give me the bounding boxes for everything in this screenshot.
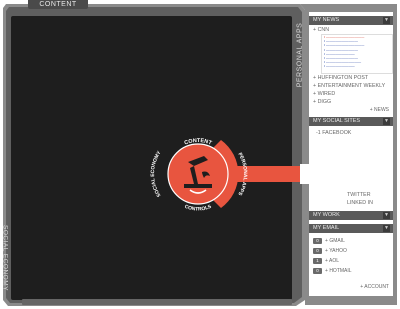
social-site-linkedin[interactable]: LINKED IN: [347, 200, 373, 206]
tab-social-economy[interactable]: SOCIAL ECONOMY: [0, 212, 10, 304]
tab-social-economy-label: SOCIAL ECONOMY: [1, 225, 9, 291]
email-account-yahoo[interactable]: + YAHOO: [325, 248, 347, 254]
add-news-link[interactable]: + NEWS: [370, 107, 389, 113]
wheel-label-social-economy[interactable]: SOCIAL ECONOMY: [150, 150, 163, 198]
email-account-aol[interactable]: + AOL: [325, 258, 339, 264]
my-work-title: MY WORK: [313, 212, 340, 218]
my-news-title: MY NEWS: [313, 17, 340, 23]
my-news-header[interactable]: MY NEWS ▼: [309, 16, 393, 25]
my-social-title: MY SOCIAL SITES: [313, 118, 361, 124]
add-account-link[interactable]: + ACCOUNT: [360, 284, 389, 290]
chevron-down-icon[interactable]: ▼: [383, 118, 390, 125]
tab-personal-apps-label: PERSONAL APPS: [296, 22, 303, 88]
social-site-facebook[interactable]: -1 FACEBOOK: [316, 130, 351, 136]
chevron-down-icon[interactable]: ▼: [383, 212, 390, 219]
tab-content[interactable]: CONTENT: [28, 0, 88, 9]
email-count-yahoo: 0: [313, 248, 322, 254]
news-source-ew[interactable]: + ENTERTAINMENT WEEKLY: [313, 83, 385, 89]
news-source-digg[interactable]: + DIGG: [313, 99, 331, 105]
tab-personal-apps[interactable]: PERSONAL APPS: [294, 22, 305, 88]
bottom-scrollbar[interactable]: [22, 299, 292, 305]
my-email-title: MY EMAIL: [313, 225, 340, 231]
social-site-twitter[interactable]: TWITTER: [347, 192, 371, 198]
email-count-gmail: 0: [313, 238, 322, 244]
news-headline[interactable]: • —————————: [322, 64, 392, 68]
news-preview: • ———————————— • —————————— • ——————————…: [321, 34, 393, 74]
news-source-wired[interactable]: + WIRED: [313, 91, 335, 97]
wheel-label-controls[interactable]: CONTROLS: [184, 204, 213, 213]
my-social-header[interactable]: MY SOCIAL SITES ▼: [309, 117, 393, 126]
news-source-huffington[interactable]: + HUFFINGTON POST: [313, 75, 368, 81]
news-source-cnn[interactable]: + CNN: [313, 27, 329, 33]
my-email-header[interactable]: MY EMAIL ▼: [309, 224, 393, 233]
email-count-aol: 1: [313, 258, 322, 264]
email-account-hotmail[interactable]: + HOTMAIL: [325, 268, 352, 274]
chevron-down-icon[interactable]: ▼: [383, 225, 390, 232]
chevron-down-icon[interactable]: ▼: [383, 17, 390, 24]
email-account-gmail[interactable]: + GMAIL: [325, 238, 345, 244]
email-count-hotmail: 0: [313, 268, 322, 274]
my-work-header[interactable]: MY WORK ▼: [309, 211, 393, 220]
right-panel: MY NEWS ▼ + CNN • ———————————— • ———————…: [309, 12, 393, 296]
